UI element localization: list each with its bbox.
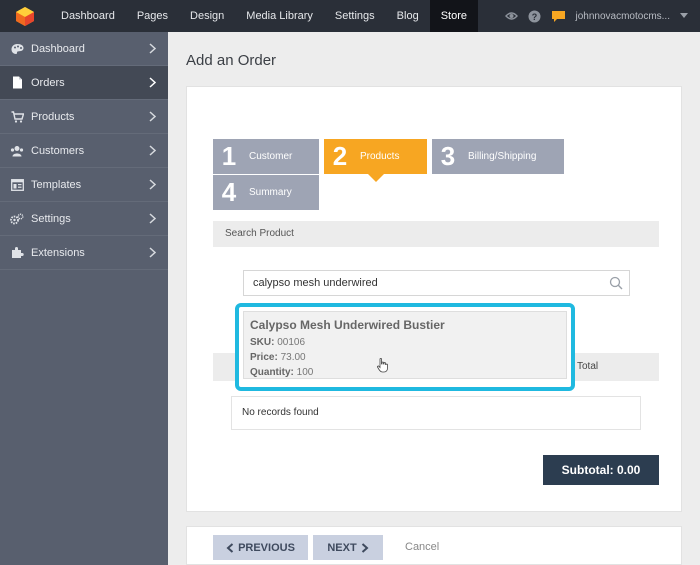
sidebar-item-templates[interactable]: Templates [0, 168, 168, 202]
sidebar-item-orders[interactable]: Orders [0, 66, 168, 100]
sidebar-item-products[interactable]: Products [0, 100, 168, 134]
topnav-settings[interactable]: Settings [324, 0, 386, 32]
chevron-right-icon [149, 213, 156, 224]
step-label: Customer [249, 151, 293, 162]
result-sku: SKU: 00106 [250, 337, 306, 348]
palette-icon [10, 42, 24, 56]
previous-label: PREVIOUS [238, 541, 295, 554]
chevron-right-icon [361, 542, 369, 553]
user-name[interactable]: johnnovacmotocms... [576, 11, 671, 22]
order-panel: 1 Customer 2 Products 3 Billing/Shipping… [186, 86, 682, 512]
step-summary[interactable]: 4 Summary [213, 175, 319, 210]
svg-text:?: ? [531, 12, 537, 22]
subtotal-display: Subtotal: 0.00 [543, 455, 659, 485]
chevron-right-icon [149, 77, 156, 88]
result-product-name: Calypso Mesh Underwired Bustier [250, 318, 445, 332]
chevron-right-icon [149, 179, 156, 190]
step-number: 2 [332, 141, 348, 171]
sidebar-item-label: Extensions [31, 246, 85, 259]
step-products[interactable]: 2 Products [324, 139, 427, 182]
sidebar-item-label: Dashboard [31, 42, 85, 55]
chevron-right-icon [149, 43, 156, 54]
sidebar: Dashboard Orders Products Customers Temp… [0, 32, 168, 565]
topnav-media-library[interactable]: Media Library [235, 0, 324, 32]
next-button[interactable]: NEXT [313, 535, 383, 560]
step-number: 4 [221, 177, 237, 207]
column-header-total: Total [577, 361, 599, 372]
eye-icon[interactable] [504, 11, 518, 21]
product-search-input[interactable]: calypso mesh underwired [243, 270, 630, 296]
top-bar: Dashboard Pages Design Media Library Set… [0, 0, 700, 32]
sidebar-item-settings[interactable]: Settings [0, 202, 168, 236]
gears-icon [10, 212, 24, 226]
search-result-item[interactable]: Calypso Mesh Underwired Bustier SKU: 001… [243, 311, 567, 379]
sidebar-item-label: Customers [31, 144, 85, 157]
next-label: NEXT [327, 541, 357, 554]
chevron-right-icon [149, 145, 156, 156]
search-results-dropdown: Calypso Mesh Underwired Bustier SKU: 001… [235, 303, 575, 391]
topnav-store[interactable]: Store [429, 0, 478, 32]
cancel-button[interactable]: Cancel [405, 541, 439, 553]
step-label: Products [360, 151, 400, 162]
result-quantity: Quantity: 100 [250, 367, 314, 378]
sidebar-item-label: Settings [31, 212, 71, 225]
result-price: Price: 73.00 [250, 352, 306, 363]
chat-icon[interactable] [551, 10, 566, 23]
search-icon[interactable] [609, 276, 623, 290]
sidebar-item-dashboard[interactable]: Dashboard [0, 32, 168, 66]
sidebar-item-label: Orders [31, 76, 65, 89]
step-label: Summary [249, 187, 292, 198]
document-icon [10, 76, 24, 90]
topnav-dashboard[interactable]: Dashboard [50, 0, 126, 32]
empty-table-message: No records found [231, 396, 641, 430]
sidebar-item-label: Templates [31, 178, 82, 191]
step-billing-shipping[interactable]: 3 Billing/Shipping [432, 139, 564, 174]
main-content: Add an Order 1 Customer 2 Products 3 Bil… [168, 32, 700, 565]
previous-button[interactable]: PREVIOUS [213, 535, 308, 560]
users-icon [10, 144, 24, 158]
topnav-design[interactable]: Design [179, 0, 235, 32]
chevron-right-icon [149, 247, 156, 258]
chevron-right-icon [149, 111, 156, 122]
sidebar-item-extensions[interactable]: Extensions [0, 236, 168, 270]
chevron-left-icon [226, 542, 234, 553]
logo[interactable] [0, 0, 50, 32]
puzzle-icon [10, 246, 24, 260]
sidebar-item-label: Products [31, 110, 75, 123]
top-nav: Dashboard Pages Design Media Library Set… [50, 0, 478, 32]
step-customer[interactable]: 1 Customer [213, 139, 319, 174]
step-number: 3 [440, 141, 456, 171]
search-input-value: calypso mesh underwired [253, 277, 378, 289]
sidebar-item-customers[interactable]: Customers [0, 134, 168, 168]
topnav-pages[interactable]: Pages [126, 0, 179, 32]
step-label: Billing/Shipping [468, 151, 537, 162]
logo-icon [16, 7, 34, 26]
hand-cursor-icon [377, 358, 388, 373]
page-title: Add an Order [186, 52, 277, 69]
form-footer: PREVIOUS NEXT Cancel [186, 526, 682, 565]
search-product-heading: Search Product [213, 221, 659, 247]
help-icon[interactable]: ? [528, 10, 541, 23]
template-icon [10, 178, 24, 192]
chevron-down-icon[interactable] [680, 13, 688, 19]
topnav-blog[interactable]: Blog [386, 0, 430, 32]
step-number: 1 [221, 141, 237, 171]
top-right-tools: ? johnnovacmotocms... [504, 10, 700, 23]
cart-icon [10, 110, 24, 124]
